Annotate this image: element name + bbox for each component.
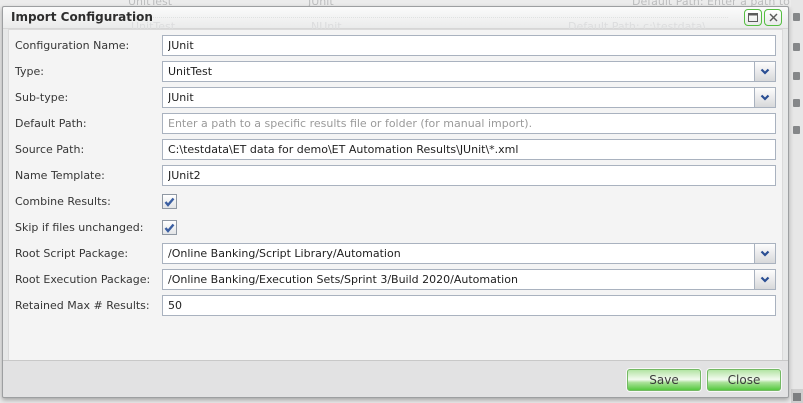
root-script-package-dropdown-trigger[interactable]	[754, 244, 775, 263]
check-icon	[164, 197, 175, 207]
form-row: Source Path:	[15, 139, 778, 160]
skip-if-files-unchanged-checkbox[interactable]	[162, 220, 177, 235]
source-path-input[interactable]	[162, 139, 776, 160]
root-execution-package-combobox[interactable]	[162, 269, 776, 290]
form-row: Combine Results:	[15, 191, 778, 212]
background-artifact	[793, 126, 800, 134]
form-row: Root Script Package:	[15, 243, 778, 264]
root-execution-package-dropdown-trigger[interactable]	[754, 270, 775, 289]
close-icon	[769, 13, 778, 22]
background-artifact	[123, 17, 728, 18]
form-row: Configuration Name:	[15, 35, 778, 56]
close-button[interactable]	[764, 9, 782, 26]
form-panel: Configuration Name: Type: Sub-type:	[8, 29, 783, 361]
form-row: Sub-type:	[15, 87, 778, 108]
root-script-package-combobox[interactable]	[162, 243, 776, 264]
chevron-down-icon	[760, 250, 770, 257]
name-template-input[interactable]	[162, 165, 776, 186]
chevron-down-icon	[760, 94, 770, 101]
retained-max-results-label: Retained Max # Results:	[15, 295, 160, 316]
sub-type-dropdown-trigger[interactable]	[754, 88, 775, 107]
close-button-footer[interactable]: Close	[707, 369, 781, 391]
background-artifact	[793, 99, 800, 107]
background-artifact	[793, 43, 800, 51]
default-path-label: Default Path:	[15, 113, 160, 134]
root-script-package-label: Root Script Package:	[15, 243, 160, 264]
type-combobox[interactable]	[162, 61, 776, 82]
combine-results-label: Combine Results:	[15, 191, 160, 212]
form-row: Skip if files unchanged:	[15, 217, 778, 238]
form-row: Name Template:	[15, 165, 778, 186]
chevron-down-icon	[760, 276, 770, 283]
source-path-label: Source Path:	[15, 139, 160, 160]
root-execution-package-input[interactable]	[162, 269, 776, 290]
maximize-button[interactable]	[744, 9, 762, 26]
background-artifact	[793, 393, 801, 401]
type-dropdown-trigger[interactable]	[754, 62, 775, 81]
dialog-titlebar[interactable]: UnitTest NUnit Default Path: c:\testdata…	[3, 7, 788, 29]
skip-if-files-unchanged-label: Skip if files unchanged:	[15, 217, 160, 238]
chevron-down-icon	[760, 68, 770, 75]
sub-type-input[interactable]	[162, 87, 776, 108]
form-row: Root Execution Package:	[15, 269, 778, 290]
form-row: Type:	[15, 61, 778, 82]
save-button[interactable]: Save	[627, 369, 701, 391]
root-script-package-input[interactable]	[162, 243, 776, 264]
default-path-input[interactable]	[162, 113, 776, 134]
maximize-icon	[748, 13, 758, 22]
retained-max-results-input[interactable]	[162, 295, 776, 316]
background-edge-strip	[791, 0, 803, 403]
configuration-name-label: Configuration Name:	[15, 35, 160, 56]
import-configuration-dialog: UnitTest NUnit Default Path: c:\testdata…	[2, 6, 789, 398]
type-label: Type:	[15, 61, 160, 82]
combine-results-checkbox[interactable]	[162, 194, 177, 209]
sub-type-label: Sub-type:	[15, 87, 160, 108]
check-icon	[164, 223, 175, 233]
background-artifact	[793, 72, 800, 80]
form-row: Default Path:	[15, 113, 778, 134]
background-artifact	[793, 13, 800, 21]
configuration-name-input[interactable]	[162, 35, 776, 56]
name-template-label: Name Template:	[15, 165, 160, 186]
root-execution-package-label: Root Execution Package:	[15, 269, 160, 290]
sub-type-combobox[interactable]	[162, 87, 776, 108]
dialog-footer: Save Close	[3, 360, 788, 397]
dialog-title: Import Configuration	[11, 10, 153, 24]
form-row: Retained Max # Results:	[15, 295, 778, 316]
type-input[interactable]	[162, 61, 776, 82]
